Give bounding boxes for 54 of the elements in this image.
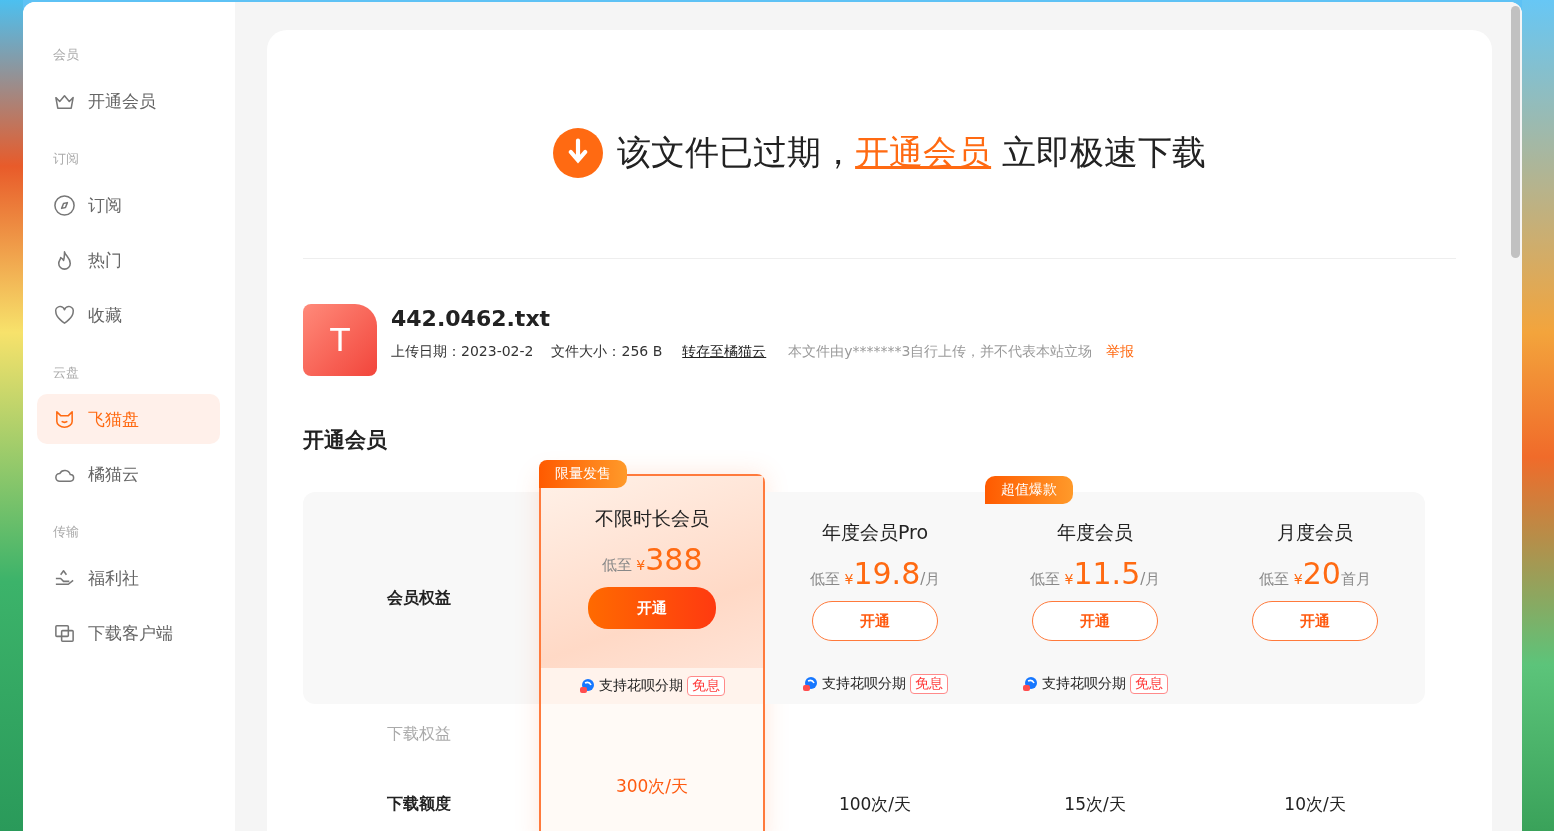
plan-badge: 限量发售: [539, 460, 627, 488]
sidebar-heading: 传输: [52, 523, 80, 541]
row-label: 会员权益: [387, 587, 451, 609]
plan-price: 低至 ¥11.5/月: [1029, 556, 1161, 591]
plan-price: 低至 ¥388: [601, 542, 703, 577]
download-quota: 10次/天: [1284, 792, 1346, 816]
logo-icon: [553, 128, 604, 178]
plan-price: 低至 ¥20首月: [1259, 556, 1371, 591]
interest-free-tag: 免息: [687, 676, 725, 696]
payment-icon: [579, 678, 595, 694]
file-size: 文件大小：256 B: [551, 343, 663, 361]
sidebar-item[interactable]: 开通会员: [37, 76, 220, 126]
subscribe-button[interactable]: 开通: [1032, 601, 1158, 641]
plan-badge: 超值爆款: [985, 476, 1073, 504]
sidebar-heading: 订阅: [52, 150, 80, 168]
headline: 该文件已过期，开通会员 立即极速下载: [617, 131, 1206, 174]
file-icon: T: [303, 304, 377, 376]
row-label: 下载额度: [387, 793, 451, 815]
plan-price: 低至 ¥19.8/月: [809, 556, 941, 591]
subscribe-button[interactable]: 开通: [588, 587, 716, 629]
sidebar-item[interactable]: 橘猫云: [37, 449, 220, 499]
sidebar-heading: 会员: [52, 46, 80, 64]
sidebar-item[interactable]: 下载客户端: [37, 608, 220, 658]
section-title: 开通会员: [303, 427, 388, 454]
compass-icon: [53, 193, 76, 217]
sidebar-item[interactable]: 收藏: [37, 290, 220, 340]
section-label: 下载权益: [387, 723, 451, 745]
save-to-cloud-link[interactable]: 转存至橘猫云: [682, 343, 767, 361]
installment-text: 支持花呗分期: [822, 675, 906, 693]
sidebar-heading: 云盘: [52, 364, 80, 382]
plan-name: 年度会员: [1057, 520, 1133, 545]
file-name: 442.0462.txt: [391, 306, 552, 331]
disclaimer-text: 本文件由y*******3自行上传，并不代表本站立场: [788, 343, 1093, 361]
installment-text: 支持花呗分期: [1042, 675, 1126, 693]
payment-icon: [1022, 676, 1038, 692]
subscribe-button[interactable]: 开通: [812, 601, 938, 641]
sidebar-item[interactable]: 订阅: [37, 180, 220, 230]
report-link[interactable]: 举报: [1106, 343, 1135, 361]
interest-free-tag: 免息: [1130, 674, 1168, 694]
plan-name: 不限时长会员: [595, 506, 709, 531]
scrollbar[interactable]: [1511, 6, 1520, 258]
plan-name: 年度会员Pro: [821, 520, 929, 545]
subscribe-button[interactable]: 开通: [1252, 601, 1378, 641]
heart-icon: [53, 303, 76, 327]
download-quota: 15次/天: [1064, 792, 1126, 816]
download-quota: 100次/天: [838, 792, 912, 816]
sidebar-item[interactable]: 福利社: [37, 553, 220, 603]
plan-name: 月度会员: [1277, 520, 1353, 545]
download-quota: 300次/天: [615, 774, 689, 798]
upload-date: 上传日期：2023-02-2: [391, 343, 534, 361]
interest-free-tag: 免息: [910, 674, 948, 694]
payment-icon: [802, 676, 818, 692]
sidebar-item[interactable]: 热门: [37, 235, 220, 285]
installment-text: 支持花呗分期: [599, 677, 683, 695]
